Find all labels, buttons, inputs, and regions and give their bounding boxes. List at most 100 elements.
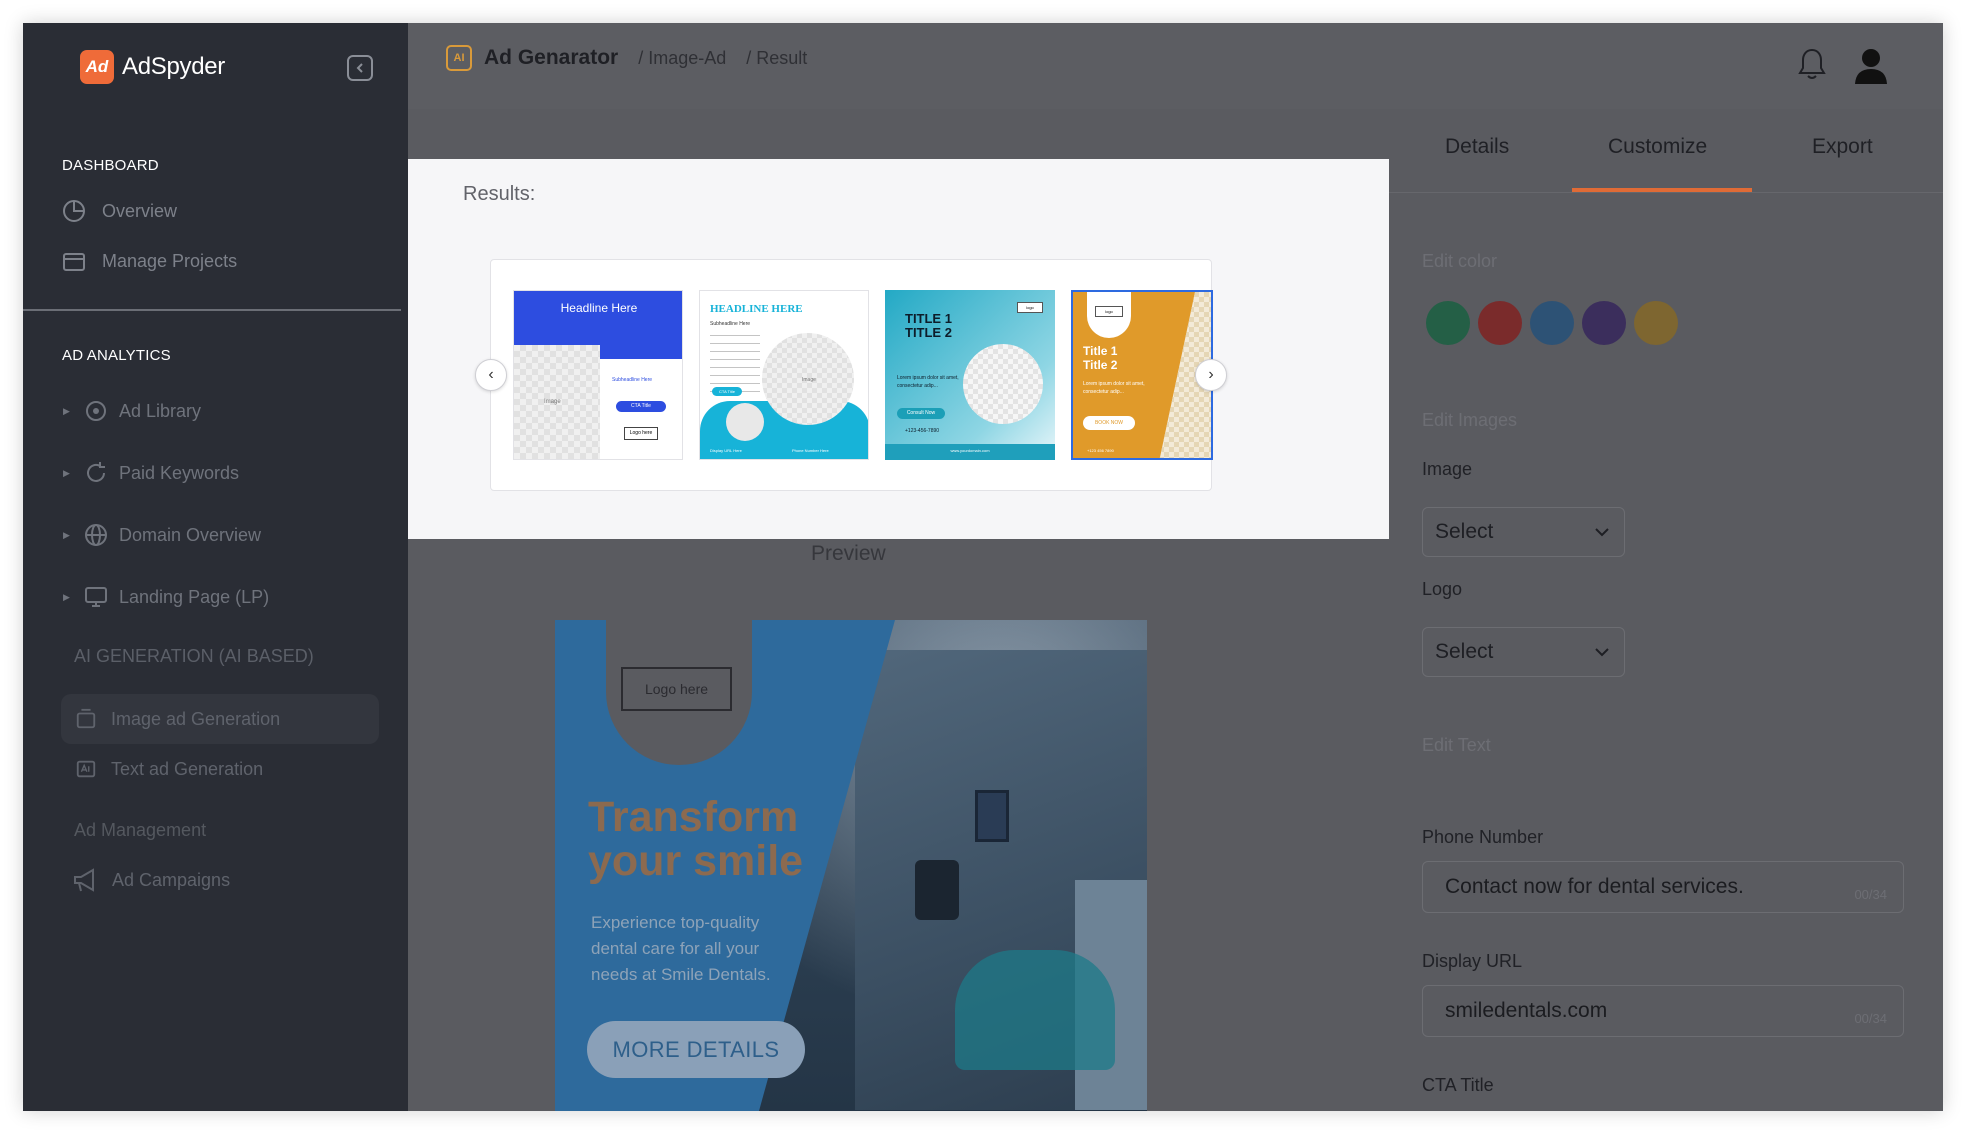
preview-label: Preview [811, 542, 886, 565]
color-swatch-red[interactable] [1478, 301, 1522, 345]
ad-management-label: Ad Management [74, 820, 207, 840]
thumb-subheadline: Subheadline Here [710, 321, 751, 327]
tab-customize[interactable]: Customize [1608, 135, 1707, 159]
cta-title-label: CTA Title [1422, 1075, 1494, 1095]
refresh-icon [83, 460, 109, 486]
sidebar-item-image-ad-generation[interactable]: Image ad Generation [61, 694, 379, 744]
edit-color-label: Edit color [1422, 251, 1498, 271]
image-select-value: Select [1435, 520, 1494, 543]
sidebar-item-label: Overview [102, 200, 178, 221]
result-thumbnail-4[interactable]: logo Title 1 Title 2 Lorem ipsum dolor s… [1071, 290, 1213, 460]
tab-details[interactable]: Details [1445, 135, 1509, 159]
thumb-logo: logo [1017, 302, 1043, 313]
app-logo[interactable]: Ad AdSpyder [80, 50, 225, 84]
color-swatch-green[interactable] [1426, 301, 1470, 345]
ai-generation-section-label: AI GENERATION (AI BASED) [74, 646, 314, 666]
color-swatch-purple[interactable] [1582, 301, 1626, 345]
sidebar-item-label: Manage Projects [102, 250, 238, 271]
ai-chip-icon: AI [446, 45, 472, 71]
edit-text-label: Edit Text [1422, 735, 1491, 755]
result-thumbnail-1[interactable]: Headline Here Image Subheadline Here CTA… [513, 290, 683, 460]
sidebar-item-ad-library[interactable]: ▶ Ad Library [63, 398, 201, 424]
color-swatch-blue[interactable] [1530, 301, 1574, 345]
thumb-headline: TITLE 1 TITLE 2 [905, 311, 952, 340]
thumb-footer-right: Phone Number Here [792, 448, 829, 453]
monitor-icon [83, 584, 109, 610]
thumb-phone: +123 456 7890 [1087, 448, 1114, 453]
folder-icon [62, 249, 86, 273]
tab-export[interactable]: Export [1812, 135, 1873, 159]
sidebar-item-label: Image ad Generation [111, 708, 281, 729]
thumb-headline: Title 1 Title 2 [1083, 344, 1118, 372]
sidebar-item-label: Domain Overview [119, 524, 262, 545]
user-avatar-icon [1855, 49, 1887, 84]
display-url-label: Display URL [1422, 951, 1523, 971]
panel-tabs: Details Customize Export [1389, 109, 1943, 193]
thumb-body: Lorem ipsum dolor sit amet, consectetur … [897, 375, 959, 389]
chevron-down-icon [1595, 648, 1609, 657]
phone-number-value: Contact now for dental services. [1445, 875, 1744, 898]
carousel-prev-button[interactable]: ‹ [475, 359, 507, 391]
app-name: AdSpyder [122, 53, 225, 80]
page-title: Ad Genarator [484, 46, 619, 69]
sidebar-item-paid-keywords[interactable]: ▶ Paid Keywords [63, 460, 239, 486]
display-url-value: smiledentals.com [1445, 999, 1608, 1022]
phone-number-input[interactable]: Contact now for dental services. 00/34 [1422, 861, 1904, 913]
sidebar-item-label: Ad Library [119, 400, 202, 421]
results-panel: Results: Headline Here Image Subheadline… [408, 159, 1389, 539]
top-bar: AI Ad Genarator / Image-Ad / Result [408, 23, 1943, 109]
image-ad-icon [76, 708, 96, 729]
logo-select-value: Select [1435, 640, 1494, 663]
results-title: Results: [463, 183, 536, 205]
image-select[interactable]: Select [1422, 507, 1625, 557]
active-tab-indicator [1572, 188, 1752, 192]
breadcrumb-item-image-ad[interactable]: / Image-Ad [638, 48, 726, 69]
sidebar-item-overview[interactable]: Overview [62, 199, 177, 223]
user-menu-button[interactable] [1853, 47, 1889, 85]
breadcrumb-item-result[interactable]: / Result [746, 48, 807, 69]
customize-panel: Details Customize Export Edit color Edit… [1389, 109, 1943, 1111]
sidebar-item-label: Ad Campaigns [112, 869, 231, 890]
expand-caret-icon: ▶ [63, 529, 70, 540]
notifications-button[interactable] [1796, 47, 1828, 81]
thumb-phone: +123-456-7890 [905, 428, 940, 434]
breadcrumb: AI Ad Genarator / Image-Ad / Result [446, 45, 807, 71]
display-url-input[interactable]: smiledentals.com 00/34 [1422, 985, 1904, 1037]
thumb-body: Lorem ipsum dolor sit amet, consectetur … [1083, 381, 1145, 395]
thumb-footer: www.yourdomain.com [950, 448, 990, 453]
collapse-sidebar-button[interactable] [347, 55, 373, 81]
thumb-logo: Logo here [624, 427, 658, 440]
app-window: Ad AdSpyder DASHBOARD Overview Manage Pr… [23, 23, 1943, 1111]
thumb-cta: CTA Title [616, 401, 666, 412]
sidebar: Ad AdSpyder DASHBOARD Overview Manage Pr… [23, 23, 408, 1111]
sidebar-item-text-ad-generation[interactable]: Text ad Generation [75, 758, 263, 780]
color-swatch-gold[interactable] [1634, 301, 1678, 345]
result-thumbnail-3[interactable]: TITLE 1 TITLE 2 Lorem ipsum dolor sit am… [885, 290, 1055, 460]
sidebar-item-label: Paid Keywords [119, 462, 240, 483]
sidebar-item-landing-page[interactable]: ▶ Landing Page (LP) [63, 584, 269, 610]
image-field-label: Image [1422, 459, 1473, 479]
analytics-section-label: AD ANALYTICS [62, 347, 171, 364]
logo-mark-icon: Ad [80, 50, 114, 84]
bell-icon [1798, 48, 1826, 79]
chevron-right-icon: › [1208, 366, 1214, 383]
sidebar-item-manage-projects[interactable]: Manage Projects [62, 249, 237, 273]
logo-field-label: Logo [1422, 579, 1463, 599]
ad-preview: Logo here Transform your smile Experienc… [555, 620, 1147, 1111]
phone-char-counter: 00/34 [1854, 887, 1887, 902]
logo-select[interactable]: Select [1422, 627, 1625, 677]
carousel-next-button[interactable]: › [1195, 359, 1227, 391]
sidebar-item-label: Text ad Generation [111, 758, 264, 779]
ad-headline: Transform your smile [588, 793, 804, 885]
sidebar-item-domain-overview[interactable]: ▶ Domain Overview [63, 522, 261, 548]
thumb-headline: HEADLINE HERE [710, 303, 803, 315]
thumb-image-label: Image [544, 399, 561, 405]
results-carousel: Headline Here Image Subheadline Here CTA… [475, 259, 1227, 491]
ad-cta-button: MORE DETAILS [587, 1021, 805, 1078]
sidebar-divider [23, 309, 401, 311]
result-thumbnail-2[interactable]: HEADLINE HERE Subheadline Here Image CTA… [699, 290, 869, 460]
thumb-cta: BOOK NOW [1083, 416, 1135, 430]
sidebar-item-ad-campaigns[interactable]: Ad Campaigns [72, 866, 230, 894]
expand-caret-icon: ▶ [63, 405, 70, 416]
thumb-headline: Headline Here [560, 301, 638, 315]
